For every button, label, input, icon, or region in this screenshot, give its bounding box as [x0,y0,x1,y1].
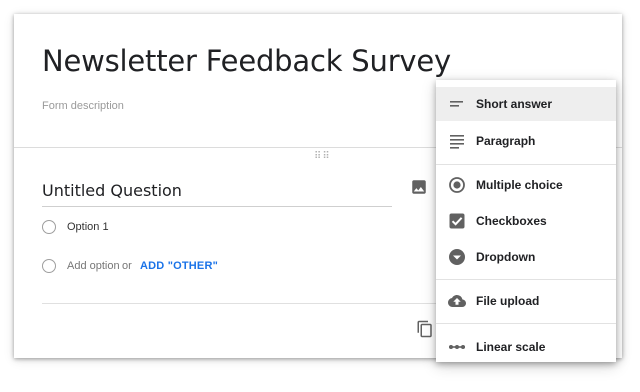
menu-item-label: Checkboxes [476,214,547,228]
menu-item-short-answer[interactable]: Short answer [436,87,616,121]
menu-item-label: Paragraph [476,134,536,148]
add-option-radio-icon [42,259,56,273]
cloud-upload-icon [448,295,466,307]
menu-separator [436,323,616,324]
question-type-menu: Short answer Paragraph Multiple choice C… [436,80,616,362]
checkbox-icon [449,213,465,229]
form-description-field[interactable]: Form description [42,100,124,112]
option-radio-icon [42,220,56,234]
menu-item-label: Multiple choice [476,178,563,192]
question-title-input[interactable]: Untitled Question [42,181,392,207]
dropdown-icon [449,249,465,265]
short-answer-icon [450,101,463,107]
menu-item-checkboxes[interactable]: Checkboxes [436,204,616,238]
form-title[interactable]: Newsletter Feedback Survey [42,44,451,78]
menu-item-label: Linear scale [476,340,546,354]
option-label[interactable]: Option 1 [67,221,109,233]
paragraph-icon [450,135,464,149]
menu-item-label: File upload [476,294,540,308]
menu-item-paragraph[interactable]: Paragraph [436,124,616,158]
menu-item-multiple-choice[interactable]: Multiple choice [436,168,616,202]
menu-item-label: Short answer [476,97,553,111]
add-option-button[interactable]: Add option [67,260,120,272]
linear-scale-icon [449,345,465,349]
menu-item-dropdown[interactable]: Dropdown [436,240,616,274]
menu-separator [436,164,616,165]
radio-button-icon [449,177,465,193]
menu-separator [436,279,616,280]
menu-item-file-upload[interactable]: File upload [436,284,616,318]
menu-item-label: Dropdown [476,250,536,264]
or-text: or [122,260,132,272]
page: Newsletter Feedback Survey Form descript… [0,0,640,392]
menu-item-linear-scale[interactable]: Linear scale [436,330,616,362]
add-other-link[interactable]: ADD "OTHER" [140,260,218,272]
add-image-icon[interactable] [410,178,428,196]
duplicate-icon[interactable] [416,319,434,339]
drag-handle-icon[interactable]: ⠿⠿ [314,151,331,162]
